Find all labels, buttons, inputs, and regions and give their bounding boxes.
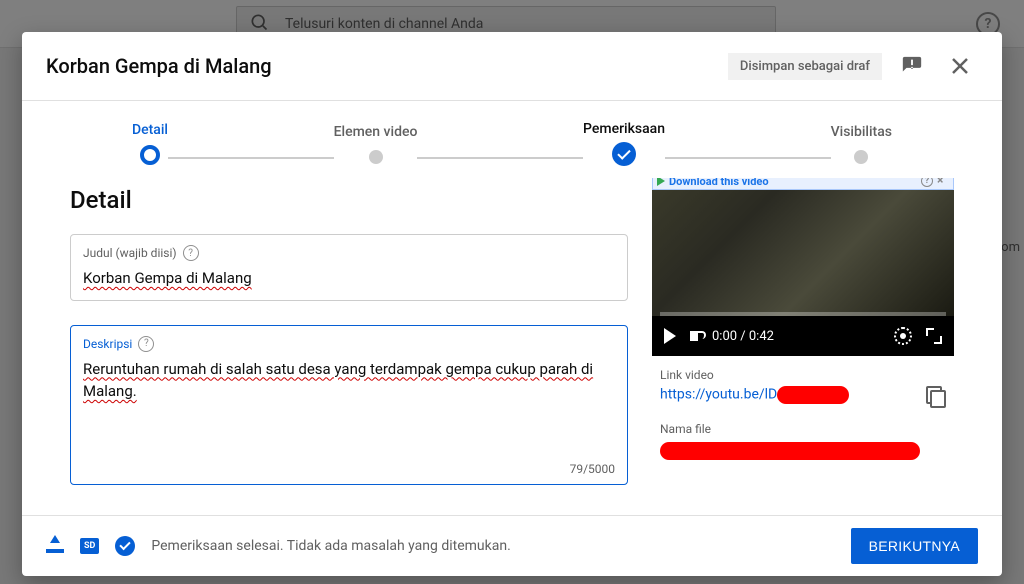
download-badge[interactable]: Download this video ? × bbox=[652, 178, 954, 190]
char-counter: 79/5000 bbox=[570, 462, 615, 476]
copy-icon[interactable] bbox=[926, 386, 946, 406]
modal-header: Korban Gempa di Malang Disimpan sebagai … bbox=[22, 32, 1002, 101]
redacted bbox=[660, 442, 920, 460]
step-pemeriksaan[interactable]: Pemeriksaan bbox=[583, 121, 665, 166]
title-label: Judul (wajib diisi) bbox=[83, 246, 177, 260]
redacted bbox=[777, 386, 849, 404]
play-icon bbox=[657, 178, 665, 186]
video-controls: 0:00 / 0:42 bbox=[652, 316, 954, 356]
modal-title: Korban Gempa di Malang bbox=[46, 54, 272, 78]
footer-status: Pemeriksaan selesai. Tidak ada masalah y… bbox=[151, 538, 510, 554]
help-icon[interactable]: ? bbox=[183, 245, 199, 261]
sd-badge: SD bbox=[80, 538, 99, 554]
play-icon[interactable] bbox=[664, 328, 676, 344]
link-label: Link video bbox=[660, 368, 946, 382]
video-thumbnail bbox=[652, 186, 954, 316]
volume-icon[interactable] bbox=[690, 331, 698, 341]
check-icon bbox=[115, 536, 135, 556]
description-field[interactable]: Deskripsi ? Reruntuhan rumah di salah sa… bbox=[70, 325, 628, 485]
close-icon[interactable] bbox=[942, 48, 978, 84]
upload-modal: Korban Gempa di Malang Disimpan sebagai … bbox=[22, 32, 1002, 576]
video-link[interactable]: https://youtu.be/lD bbox=[660, 386, 849, 404]
step-dot-check-icon bbox=[612, 142, 636, 166]
modal-body[interactable]: Detail Judul (wajib diisi) ? Korban Gemp… bbox=[22, 178, 1002, 515]
help-icon[interactable]: ? bbox=[921, 178, 933, 187]
feedback-icon[interactable] bbox=[894, 48, 930, 84]
step-dot-icon bbox=[369, 150, 383, 164]
video-meta: Link video https://youtu.be/lD Nama file bbox=[652, 356, 954, 468]
step-visibilitas[interactable]: Visibilitas bbox=[831, 124, 892, 164]
next-button[interactable]: BERIKUTNYA bbox=[851, 528, 978, 564]
gear-icon[interactable] bbox=[894, 327, 912, 345]
help-icon[interactable]: ? bbox=[138, 336, 154, 352]
step-dot-icon bbox=[854, 150, 868, 164]
section-title: Detail bbox=[70, 186, 628, 214]
stepper: Detail Elemen video Pemeriksaan Visibili… bbox=[22, 101, 1002, 178]
video-preview[interactable]: Download this video ? × 0:00 / 0:42 bbox=[652, 186, 954, 356]
title-field[interactable]: Judul (wajib diisi) ? Korban Gempa di Ma… bbox=[70, 234, 628, 301]
upload-icon bbox=[46, 539, 64, 553]
modal-footer: SD Pemeriksaan selesai. Tidak ada masala… bbox=[22, 515, 1002, 576]
step-dot-icon bbox=[140, 145, 160, 165]
desc-label: Deskripsi bbox=[83, 337, 132, 351]
save-status-badge: Disimpan sebagai draf bbox=[728, 53, 882, 80]
step-elemen[interactable]: Elemen video bbox=[334, 124, 418, 164]
title-input[interactable]: Korban Gempa di Malang bbox=[83, 267, 615, 290]
close-icon[interactable]: × bbox=[937, 178, 949, 187]
video-time: 0:00 / 0:42 bbox=[712, 329, 774, 344]
step-detail[interactable]: Detail bbox=[132, 122, 168, 165]
video-progress[interactable] bbox=[660, 312, 946, 316]
file-label: Nama file bbox=[660, 422, 946, 436]
description-input[interactable]: Reruntuhan rumah di salah satu desa yang… bbox=[83, 358, 615, 403]
fullscreen-icon[interactable] bbox=[926, 328, 942, 344]
